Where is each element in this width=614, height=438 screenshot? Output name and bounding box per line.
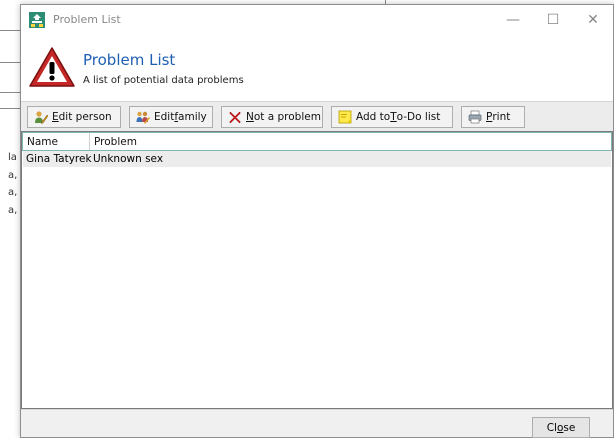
- print-label-post: rint: [492, 111, 511, 123]
- minimize-button[interactable]: —: [493, 5, 533, 35]
- row-name: Gina Tatyrek: [26, 153, 92, 165]
- add-to-todo-label-pre: Add to: [356, 111, 391, 123]
- edit-person-button[interactable]: Edit person: [27, 106, 121, 128]
- edit-family-label-pre: Edit: [154, 111, 175, 123]
- edit-family-icon: [136, 111, 150, 124]
- row-problem: Unknown sex: [93, 153, 164, 165]
- maximize-button[interactable]: ☐: [533, 5, 573, 35]
- not-a-problem-button[interactable]: Not a problem: [221, 106, 323, 128]
- close-icon: ✕: [587, 12, 599, 28]
- sticky-note-icon: [338, 110, 352, 124]
- edit-family-button[interactable]: Edit f amily: [129, 106, 213, 128]
- edit-family-label-post: amily: [178, 111, 207, 123]
- edit-person-label-post: dit person: [58, 111, 112, 123]
- close-window-button[interactable]: ✕: [573, 5, 613, 35]
- not-a-problem-label-post: ot a problem: [253, 111, 321, 123]
- add-to-todo-button[interactable]: Add to To-Do list: [331, 106, 453, 128]
- warning-icon: [29, 47, 75, 87]
- add-to-todo-label-post: o-Do list: [396, 111, 441, 123]
- bg-divider: [0, 92, 20, 93]
- bg-text: la: [8, 152, 17, 163]
- bg-divider: [0, 30, 20, 31]
- list-header: Name Problem: [22, 132, 612, 151]
- bg-text: a,: [8, 187, 18, 198]
- problem-list-dialog: Problem List — ☐ ✕ Problem List A list o…: [20, 4, 614, 438]
- close-label-pre: Cl: [546, 421, 557, 434]
- title-bar[interactable]: Problem List — ☐ ✕: [21, 5, 613, 35]
- page-subtitle: A list of potential data problems: [83, 75, 244, 86]
- bg-divider: [0, 62, 20, 63]
- column-header-name[interactable]: Name: [23, 133, 90, 150]
- print-button[interactable]: Print: [461, 106, 525, 128]
- printer-icon: [468, 110, 482, 124]
- page-title: Problem List: [83, 51, 176, 69]
- column-header-problem[interactable]: Problem: [90, 133, 611, 150]
- bg-text: a,: [8, 205, 18, 216]
- dialog-footer: Cl o se: [21, 409, 613, 438]
- red-x-icon: [229, 111, 241, 124]
- bg-divider: [0, 108, 20, 109]
- toolbar: Edit person Edit f amily Not a problem A…: [21, 101, 613, 131]
- not-a-problem-label-key: N: [246, 111, 254, 123]
- table-row[interactable]: Gina Tatyrek Unknown sex: [23, 151, 611, 167]
- problem-list[interactable]: Name Problem Gina Tatyrek Unknown sex: [21, 131, 613, 409]
- bg-text: a,: [8, 170, 18, 181]
- window-title: Problem List: [53, 13, 121, 26]
- edit-person-icon: [35, 111, 48, 124]
- minimize-icon: —: [506, 12, 520, 28]
- close-button[interactable]: Cl o se: [532, 417, 590, 438]
- family-tree-app-icon: [29, 12, 45, 28]
- edit-person-label-key: E: [52, 111, 59, 123]
- close-label-post: se: [563, 421, 576, 434]
- maximize-icon: ☐: [546, 12, 560, 28]
